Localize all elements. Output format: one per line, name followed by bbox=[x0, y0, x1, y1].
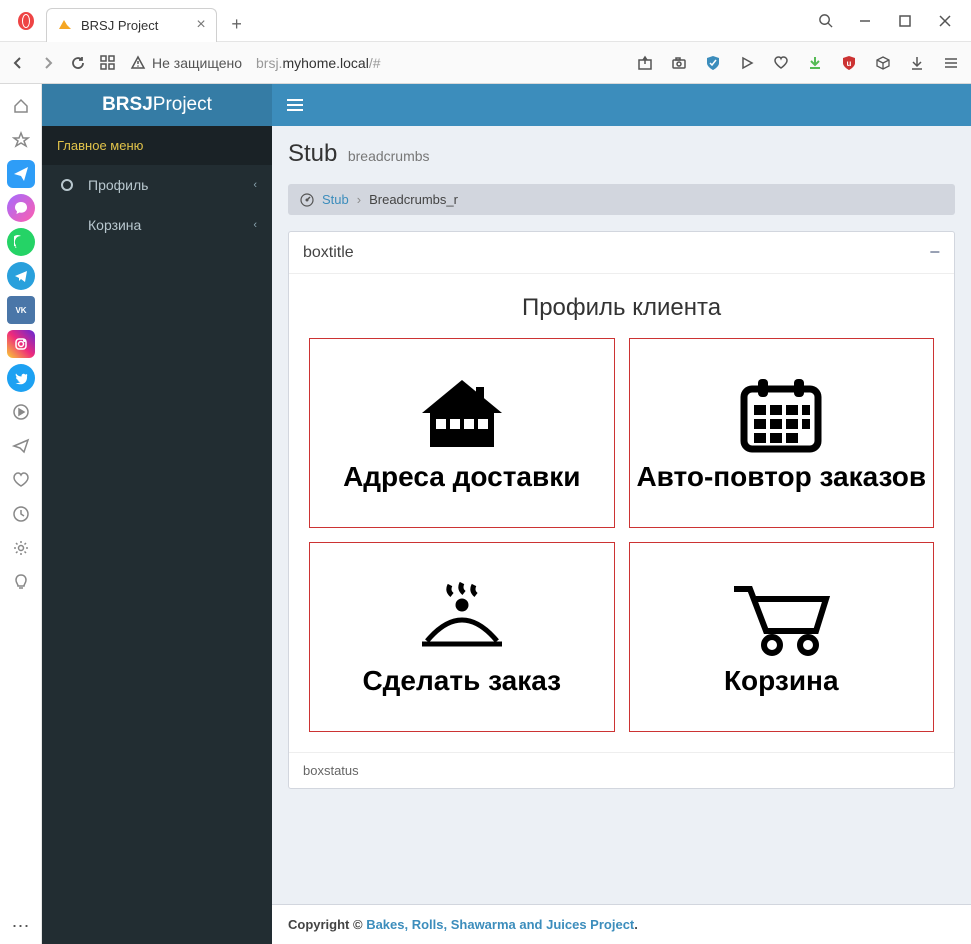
address-bar: Не защищено brsj.myhome.local/# u bbox=[0, 42, 971, 84]
svg-text:VK: VK bbox=[15, 306, 26, 315]
tile-autorepeat[interactable]: Авто-повтор заказов bbox=[629, 338, 935, 528]
os-more-icon[interactable]: ⋯ bbox=[12, 914, 30, 944]
os-whatsapp-icon[interactable] bbox=[7, 228, 35, 256]
dashboard-icon bbox=[300, 193, 314, 207]
os-heart-outline-icon[interactable] bbox=[7, 466, 35, 494]
tile-addresses[interactable]: Адреса доставки bbox=[309, 338, 615, 528]
os-instagram-icon[interactable] bbox=[7, 330, 35, 358]
search-icon[interactable] bbox=[805, 5, 845, 37]
menu-icon[interactable] bbox=[941, 53, 961, 73]
os-vk-icon[interactable]: VK bbox=[7, 296, 35, 324]
tab-favicon-icon bbox=[57, 17, 73, 33]
os-play-circle-icon[interactable] bbox=[7, 398, 35, 426]
nav-forward-button[interactable] bbox=[40, 55, 56, 71]
sidebar-item-profile[interactable]: Профиль ‹ bbox=[42, 165, 272, 205]
os-star-icon[interactable] bbox=[7, 126, 35, 154]
box-footer: boxstatus bbox=[289, 752, 954, 788]
app-sidebar: Главное меню Профиль ‹ Корзина ‹ bbox=[42, 126, 272, 944]
nav-reload-button[interactable] bbox=[70, 55, 86, 71]
download-icon[interactable] bbox=[907, 53, 927, 73]
cube-icon[interactable] bbox=[873, 53, 893, 73]
dish-icon bbox=[412, 578, 512, 660]
os-bulb-icon[interactable] bbox=[7, 568, 35, 596]
os-clock-icon[interactable] bbox=[7, 500, 35, 528]
footer-link[interactable]: Bakes, Rolls, Shawarma and Juices Projec… bbox=[366, 917, 634, 932]
snapshot-icon[interactable] bbox=[669, 53, 689, 73]
os-gear-icon[interactable] bbox=[7, 534, 35, 562]
window-title-bar: BRSJ Project × + bbox=[0, 0, 971, 42]
os-twitter-icon[interactable] bbox=[7, 364, 35, 392]
insecure-label: Не защищено bbox=[152, 55, 242, 71]
tab-title: BRSJ Project bbox=[81, 18, 158, 33]
browser-tab[interactable]: BRSJ Project × bbox=[46, 8, 217, 42]
main-box: boxtitle − Профиль клиента Адреса достав… bbox=[288, 231, 955, 789]
chevron-left-icon: ‹ bbox=[253, 179, 257, 191]
sidebar-item-label: Профиль bbox=[88, 177, 148, 193]
os-plane-icon[interactable] bbox=[7, 160, 35, 188]
sidebar-item-cart[interactable]: Корзина ‹ bbox=[42, 205, 272, 245]
share-icon[interactable] bbox=[635, 53, 655, 73]
os-telegram-icon[interactable] bbox=[7, 262, 35, 290]
svg-text:u: u bbox=[847, 59, 852, 68]
os-home-icon[interactable] bbox=[7, 92, 35, 120]
shield-icon[interactable] bbox=[703, 53, 723, 73]
calendar-icon bbox=[738, 374, 824, 456]
new-tab-button[interactable]: + bbox=[223, 14, 251, 35]
tab-close-icon[interactable]: × bbox=[196, 16, 205, 34]
sidebar-item-label: Корзина bbox=[88, 217, 141, 233]
os-messenger-icon[interactable] bbox=[7, 194, 35, 222]
play-icon[interactable] bbox=[737, 53, 757, 73]
box-title: boxtitle bbox=[303, 244, 354, 262]
heart-icon[interactable] bbox=[771, 53, 791, 73]
sidebar-header: Главное меню bbox=[42, 126, 272, 165]
window-maximize-button[interactable] bbox=[885, 5, 925, 37]
opera-logo[interactable] bbox=[12, 7, 40, 35]
house-icon bbox=[412, 374, 512, 456]
app-header: BRSJProject bbox=[42, 84, 971, 126]
app-root: BRSJProject Главное меню Профиль ‹ Корзи… bbox=[42, 84, 971, 944]
url-display[interactable]: brsj.myhome.local/# bbox=[256, 55, 381, 71]
download-green-icon[interactable] bbox=[805, 53, 825, 73]
tile-make-order[interactable]: Сделать заказ bbox=[309, 542, 615, 732]
tile-label: Сделать заказ bbox=[362, 666, 561, 695]
profile-heading: Профиль клиента bbox=[303, 294, 940, 322]
window-minimize-button[interactable] bbox=[845, 5, 885, 37]
page-title: Stub bbox=[288, 140, 337, 167]
brand-logo[interactable]: BRSJProject bbox=[42, 84, 272, 126]
breadcrumb-current: Breadcrumbs_r bbox=[369, 192, 458, 207]
box-header: boxtitle − bbox=[289, 232, 954, 274]
circle-icon bbox=[60, 178, 80, 192]
page-footer: Copyright © Bakes, Rolls, Shawarma and J… bbox=[272, 904, 971, 944]
breadcrumb: Stub › Breadcrumbs_r bbox=[288, 184, 955, 215]
ublock-icon[interactable]: u bbox=[839, 53, 859, 73]
warning-icon bbox=[130, 55, 146, 71]
box-collapse-icon[interactable]: − bbox=[929, 242, 940, 263]
tile-label: Авто-повтор заказов bbox=[636, 462, 926, 491]
window-close-button[interactable] bbox=[925, 5, 965, 37]
opera-sidebar: VK ⋯ bbox=[0, 84, 42, 944]
chevron-left-icon: ‹ bbox=[253, 219, 257, 231]
tile-cart[interactable]: Корзина bbox=[629, 542, 935, 732]
breadcrumb-home[interactable]: Stub bbox=[322, 192, 349, 207]
tile-label: Корзина bbox=[724, 666, 839, 695]
content-area: Stub breadcrumbs Stub › Breadcrumbs_r bo… bbox=[272, 126, 971, 944]
cart-icon bbox=[726, 578, 836, 660]
security-indicator[interactable]: Не защищено bbox=[130, 55, 242, 71]
nav-back-button[interactable] bbox=[10, 55, 26, 71]
os-send-icon[interactable] bbox=[7, 432, 35, 460]
sidebar-toggle-button[interactable] bbox=[272, 84, 318, 126]
tile-label: Адреса доставки bbox=[343, 462, 580, 491]
page-subtitle: breadcrumbs bbox=[348, 148, 430, 164]
speed-dial-icon[interactable] bbox=[100, 55, 116, 71]
content-header: Stub breadcrumbs bbox=[272, 126, 971, 176]
